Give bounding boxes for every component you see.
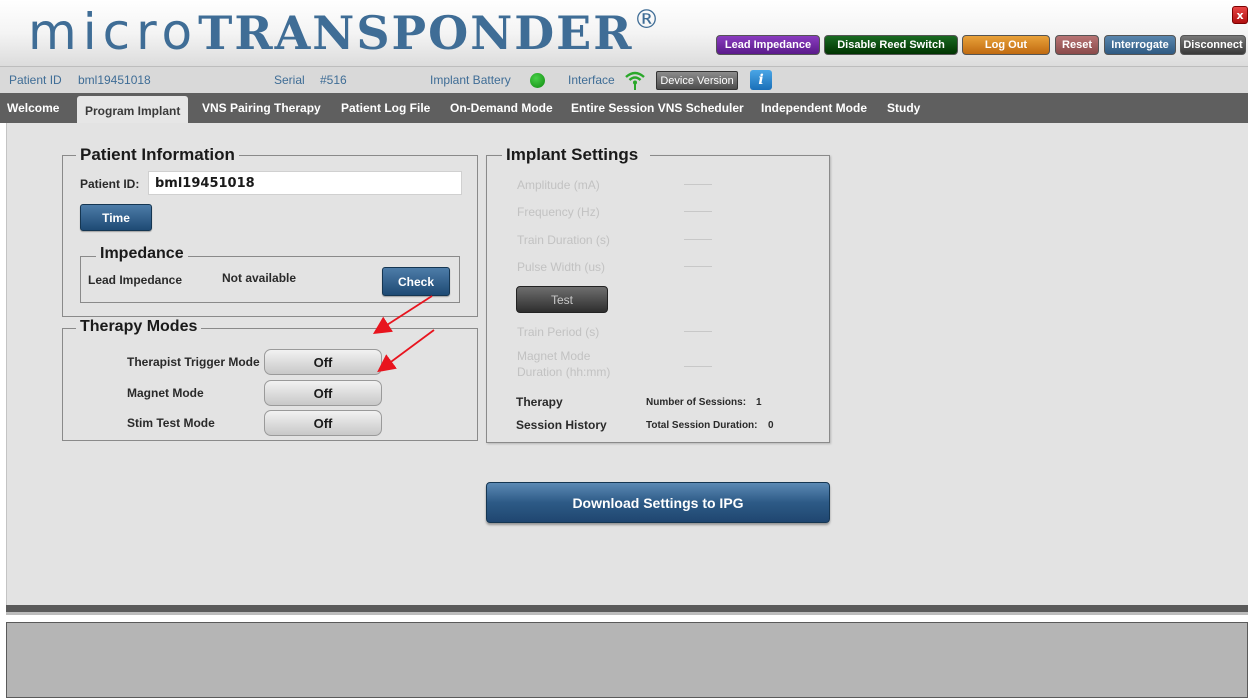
reset-button[interactable]: Reset bbox=[1055, 35, 1099, 55]
interrogate-button[interactable]: Interrogate bbox=[1104, 35, 1176, 55]
stim-test-mode-toggle[interactable]: Off bbox=[264, 410, 382, 436]
tab-entire-session-vns-scheduler[interactable]: Entire Session VNS Scheduler bbox=[571, 93, 744, 123]
frequency-label: Frequency (Hz) bbox=[517, 205, 600, 219]
info-icon[interactable]: i bbox=[750, 70, 772, 90]
device-version-button[interactable]: Device Version bbox=[656, 71, 738, 90]
total-session-duration-value: 0 bbox=[768, 420, 774, 431]
wifi-icon bbox=[625, 71, 645, 90]
interface-label: Interface bbox=[568, 73, 615, 87]
magnet-mode-duration-label-line2: Duration (hh:mm) bbox=[517, 365, 611, 379]
number-of-sessions-label: Number of Sessions: bbox=[646, 397, 747, 408]
amplitude-label: Amplitude (mA) bbox=[517, 178, 600, 192]
patient-id-field-label: Patient ID: bbox=[80, 177, 140, 191]
microtransponder-logo: microTRANSPONDER® bbox=[28, 3, 660, 61]
bottom-log-panel bbox=[6, 622, 1248, 698]
time-button[interactable]: Time bbox=[80, 204, 152, 231]
disconnect-button[interactable]: Disconnect bbox=[1180, 35, 1246, 55]
patient-id-value: bml19451018 bbox=[78, 73, 151, 87]
therapist-trigger-mode-label: Therapist Trigger Mode bbox=[127, 355, 260, 369]
total-session-duration-label: Total Session Duration: bbox=[646, 420, 758, 431]
session-history-label: Session History bbox=[516, 418, 607, 432]
tab-program-implant[interactable]: Program Implant bbox=[77, 96, 189, 125]
pulse-width-value bbox=[684, 266, 712, 267]
app-header: microTRANSPONDER® Lead Impedance Disable… bbox=[0, 0, 1248, 66]
tab-independent-mode[interactable]: Independent Mode bbox=[761, 93, 867, 123]
stim-test-mode-label: Stim Test Mode bbox=[127, 416, 215, 430]
serial-value: #516 bbox=[320, 73, 347, 87]
therapy-modes-title: Therapy Modes bbox=[76, 318, 202, 336]
tab-welcome[interactable]: Welcome bbox=[7, 93, 59, 123]
lead-impedance-label: Lead Impedance bbox=[88, 273, 183, 287]
amplitude-value bbox=[684, 184, 712, 185]
magnet-mode-duration-label-line1: Magnet Mode bbox=[517, 349, 591, 363]
magnet-mode-toggle[interactable]: Off bbox=[264, 380, 382, 406]
magnet-mode-duration-value bbox=[684, 366, 712, 367]
battery-status-indicator bbox=[530, 73, 545, 88]
train-period-label: Train Period (s) bbox=[517, 325, 600, 339]
test-button[interactable]: Test bbox=[516, 286, 608, 313]
frequency-value bbox=[684, 211, 712, 212]
log-out-button[interactable]: Log Out bbox=[962, 35, 1050, 55]
magnet-mode-label: Magnet Mode bbox=[127, 386, 204, 400]
therapy-label: Therapy bbox=[516, 395, 563, 409]
number-of-sessions-value: 1 bbox=[756, 397, 762, 408]
tab-vns-pairing-therapy[interactable]: VNS Pairing Therapy bbox=[202, 93, 321, 123]
patient-id-input[interactable] bbox=[148, 171, 462, 195]
close-window-button[interactable]: x bbox=[1232, 6, 1248, 24]
panel-divider bbox=[6, 605, 1248, 615]
disable-reed-switch-button[interactable]: Disable Reed Switch bbox=[824, 35, 958, 55]
therapist-trigger-mode-toggle[interactable]: Off bbox=[264, 349, 382, 375]
implant-settings-title: Implant Settings bbox=[502, 145, 651, 165]
tab-on-demand-mode[interactable]: On-Demand Mode bbox=[450, 93, 553, 123]
serial-label: Serial bbox=[274, 73, 305, 87]
impedance-title: Impedance bbox=[96, 245, 188, 263]
lead-impedance-value: Not available bbox=[222, 271, 297, 285]
implant-battery-label: Implant Battery bbox=[430, 73, 511, 87]
check-impedance-button[interactable]: Check bbox=[382, 267, 450, 296]
status-info-bar: Patient ID bml19451018 Serial #516 Impla… bbox=[0, 66, 1248, 93]
train-period-value bbox=[684, 331, 712, 332]
pulse-width-label: Pulse Width (us) bbox=[517, 260, 606, 274]
train-duration-label: Train Duration (s) bbox=[517, 233, 610, 247]
train-duration-value bbox=[684, 239, 712, 240]
download-settings-button[interactable]: Download Settings to IPG bbox=[486, 482, 830, 523]
tab-patient-log-file[interactable]: Patient Log File bbox=[341, 93, 430, 123]
main-nav-tabs: Welcome Program Implant VNS Pairing Ther… bbox=[0, 93, 1248, 125]
lead-impedance-button[interactable]: Lead Impedance bbox=[716, 35, 820, 55]
tab-study[interactable]: Study bbox=[887, 93, 920, 123]
patient-information-title: Patient Information bbox=[76, 145, 239, 165]
patient-id-label: Patient ID bbox=[9, 73, 62, 87]
